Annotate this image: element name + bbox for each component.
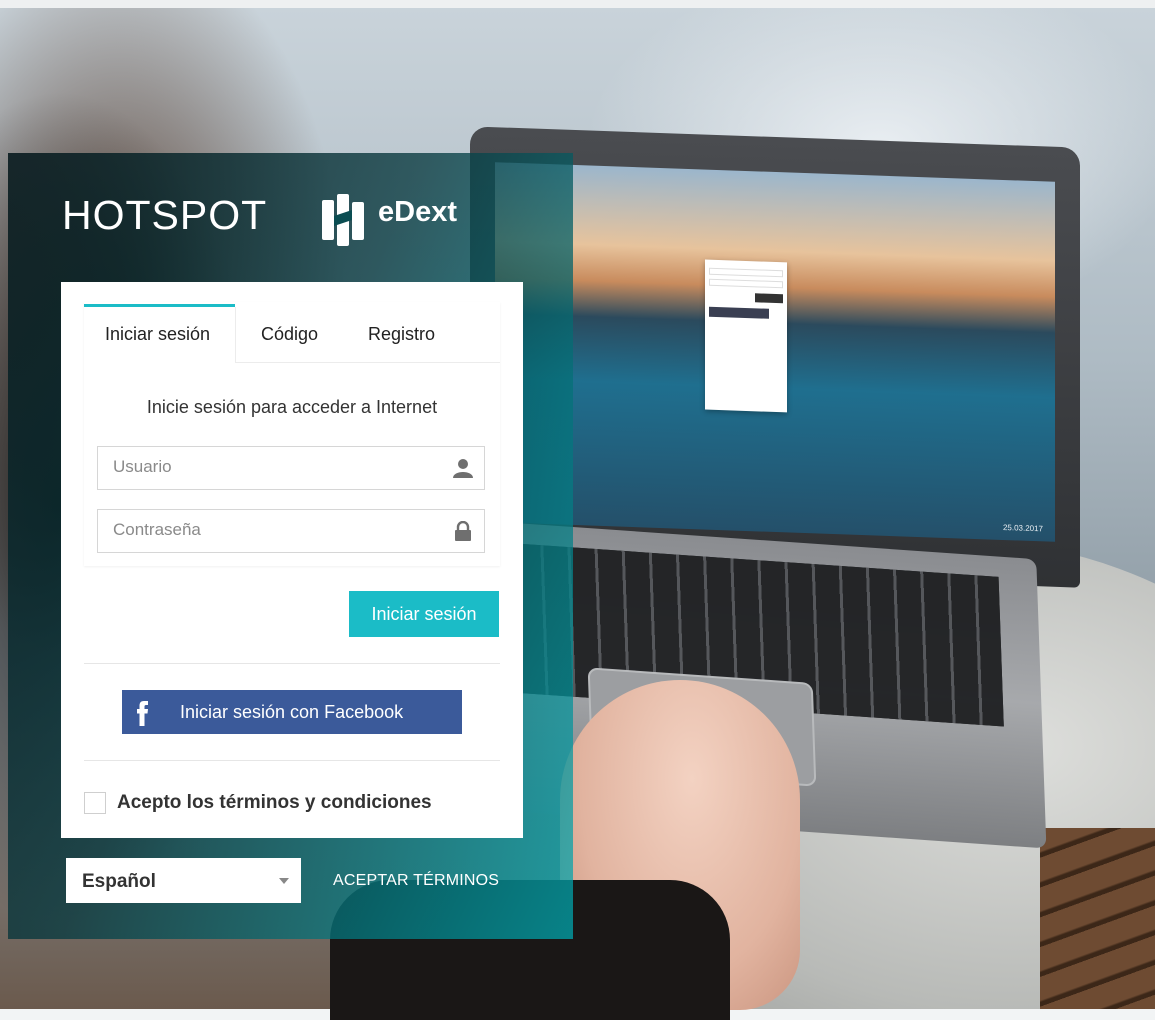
language-value: Español <box>82 871 156 892</box>
password-field-wrapper <box>97 509 485 553</box>
tab-iniciar-sesion[interactable]: Iniciar sesión <box>105 324 210 345</box>
login-instructions: Inicie sesión para acceder a Internet <box>146 397 438 417</box>
brand-header: HOTSPOT <box>62 185 267 245</box>
password-input[interactable] <box>113 510 443 550</box>
login-card: Iniciar sesión Código Registro Inicie se… <box>61 282 523 838</box>
facebook-icon <box>137 701 148 726</box>
username-input[interactable] <box>113 447 443 487</box>
tab-codigo[interactable]: Código <box>261 324 318 345</box>
language-select[interactable]: Español <box>66 858 301 903</box>
tab-registro[interactable]: Registro <box>368 324 435 345</box>
wooden-floor <box>1040 828 1155 1009</box>
lock-icon <box>455 521 471 541</box>
edext-logo-icon <box>322 194 364 246</box>
login-tabs-panel: Iniciar sesión Código Registro Inicie se… <box>84 302 500 566</box>
chevron-down-icon <box>279 878 289 884</box>
active-tab-indicator <box>84 304 235 307</box>
hotspot-title: HOTSPOT <box>62 191 268 238</box>
accept-terms-link[interactable]: ACEPTAR TÉRMINOS <box>333 872 499 890</box>
terms-checkbox[interactable] <box>84 792 106 814</box>
divider <box>84 760 500 761</box>
screen-login-preview <box>705 259 787 413</box>
terms-label[interactable]: Acepto los términos y condiciones <box>117 792 432 814</box>
terms-row: Acepto los términos y condiciones <box>84 790 432 816</box>
tab-bar: Iniciar sesión Código Registro <box>84 302 500 363</box>
edext-logo-text: eDext <box>378 196 457 228</box>
laptop-screen: 25.03.2017 <box>495 162 1055 542</box>
screen-date: 25.03.2017 <box>1002 522 1043 534</box>
user-icon <box>453 459 473 478</box>
facebook-login-button[interactable]: Iniciar sesión con Facebook <box>122 690 462 734</box>
login-button[interactable]: Iniciar sesión <box>349 591 499 637</box>
username-field-wrapper <box>97 446 485 490</box>
facebook-login-label: Iniciar sesión con Facebook <box>180 702 404 722</box>
top-strip <box>0 0 1155 8</box>
divider <box>84 663 500 664</box>
